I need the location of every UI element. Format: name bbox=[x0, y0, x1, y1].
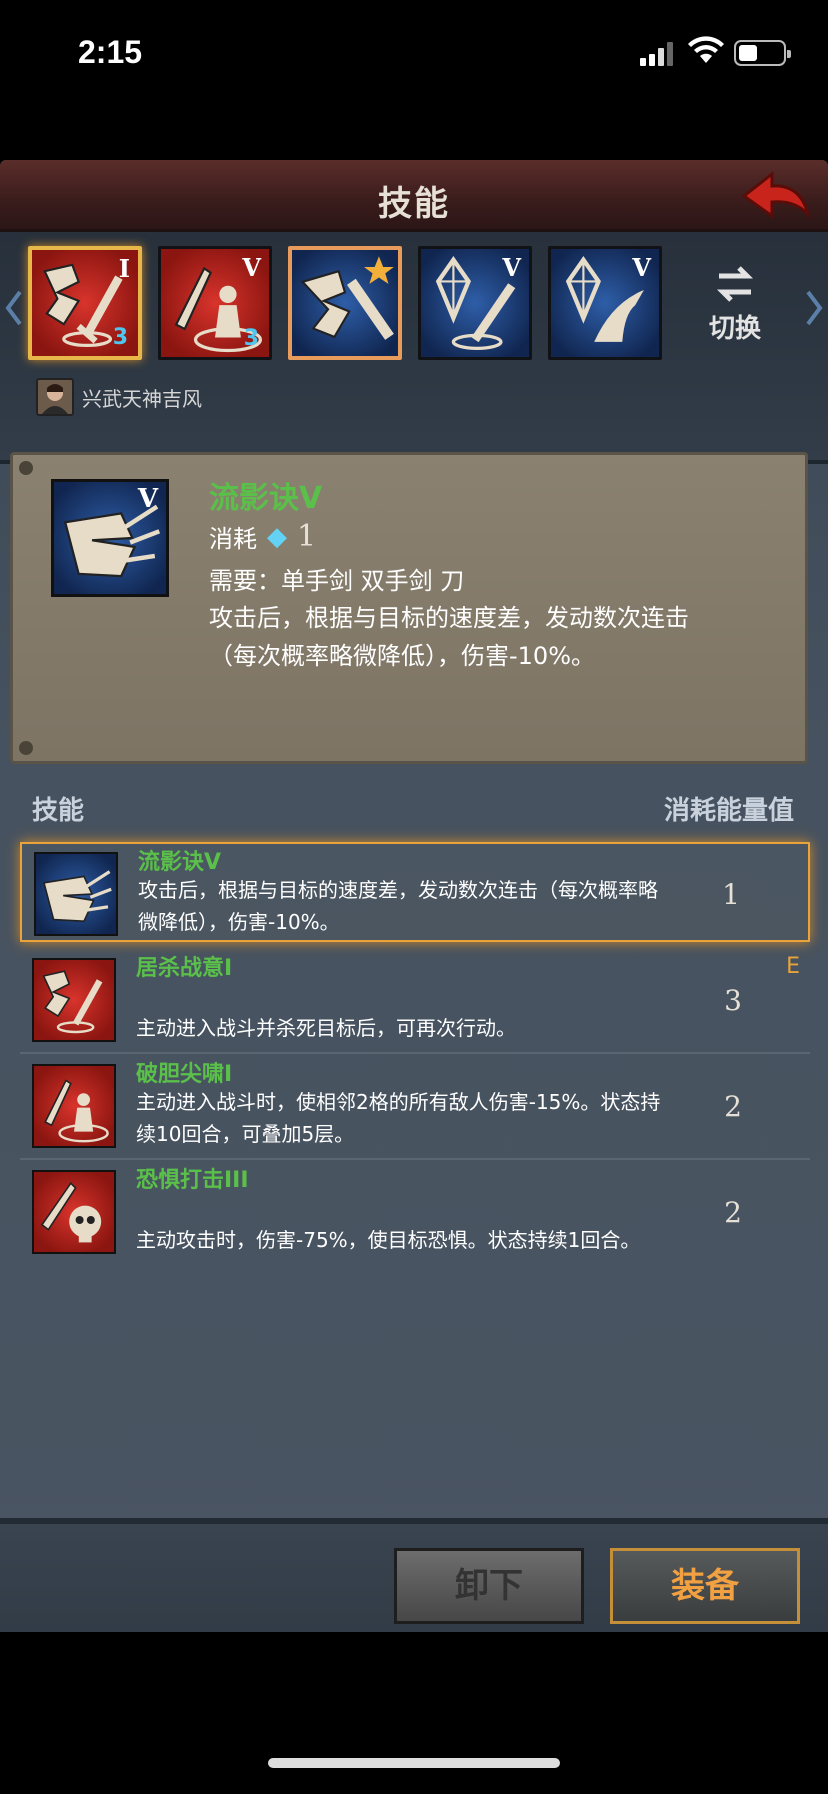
skill-name: 流影诀V bbox=[138, 850, 222, 875]
cellular-signal-icon bbox=[640, 40, 678, 66]
status-bar: 2:15 bbox=[0, 0, 828, 110]
equip-button[interactable]: 装备 bbox=[610, 1548, 800, 1624]
hero-owner: 兴武天神吉风 bbox=[36, 378, 202, 416]
skill-cost: 3 bbox=[724, 984, 742, 1017]
page-title: 技能 bbox=[378, 184, 450, 224]
detail-description: 攻击后，根据与目标的速度差，发动数次连击 （每次概率略微降低），伤害-10%。 bbox=[209, 604, 689, 670]
skill-cost: 1 bbox=[722, 878, 740, 911]
skill-row[interactable]: 居杀战意I 主动进入战斗并杀死目标后，可再次行动。 3 bbox=[20, 950, 810, 1054]
unequip-button[interactable]: 卸下 bbox=[394, 1548, 584, 1624]
skill-description: 主动进入战斗并杀死目标后，可再次行动。 bbox=[136, 1016, 516, 1040]
clock: 2:15 bbox=[78, 34, 143, 70]
skill-cost: 2 bbox=[724, 1090, 742, 1123]
column-skill: 技能 bbox=[32, 796, 85, 826]
back-arrow-icon[interactable] bbox=[738, 166, 814, 226]
action-footer: 卸下 装备 bbox=[0, 1518, 828, 1632]
home-indicator[interactable] bbox=[268, 1758, 560, 1768]
hero-name: 兴武天神吉风 bbox=[82, 386, 202, 411]
column-energy-cost: 消耗能量值 bbox=[663, 796, 794, 826]
skill-slot-3[interactable] bbox=[288, 246, 402, 360]
blade-strike-icon bbox=[300, 256, 394, 340]
skill-slot-5[interactable]: V bbox=[548, 246, 662, 360]
slash-sword-icon bbox=[32, 958, 116, 1042]
rivet bbox=[19, 461, 33, 475]
skill-slot-2[interactable]: V 3 bbox=[158, 246, 272, 360]
skill-description: 主动进入战斗时，使相邻2格的所有敌人伤害-15%。状态持 续10回合，可叠加5层… bbox=[136, 1090, 661, 1146]
skill-name: 恐惧打击III bbox=[136, 1168, 249, 1193]
gem-count-badge: 3 bbox=[243, 326, 259, 351]
chevron-left-icon[interactable] bbox=[4, 290, 24, 326]
skill-cost: 2 bbox=[724, 1196, 742, 1229]
skill-description: 主动攻击时，伤害-75%，使目标恐惧。状态持续1回合。 bbox=[136, 1228, 641, 1252]
title-bar: 技能 bbox=[0, 160, 828, 232]
skill-name: 居杀战意I bbox=[136, 956, 233, 981]
rivet bbox=[19, 741, 33, 755]
selected-skill-icon: V bbox=[51, 479, 169, 597]
skill-name: 破胆尖啸I bbox=[136, 1062, 233, 1087]
skill-description: 攻击后，根据与目标的速度差，发动数次连击（每次概率略 微降低），伤害-10%。 bbox=[138, 878, 658, 934]
chevron-right-icon[interactable] bbox=[804, 290, 824, 326]
detail-cost: 消耗 ◆ 1 bbox=[209, 519, 317, 554]
row-divider bbox=[20, 1052, 810, 1054]
avatar bbox=[36, 378, 74, 416]
flowing-shadow-icon bbox=[34, 852, 118, 936]
detail-skill-name: 流影诀V bbox=[209, 481, 323, 516]
energy-diamond-icon: ◆ bbox=[267, 521, 287, 552]
skill-row[interactable]: 破胆尖啸I 主动进入战斗时，使相邻2格的所有敌人伤害-15%。状态持 续10回合… bbox=[20, 1056, 810, 1160]
skill-row[interactable]: 流影诀V 攻击后，根据与目标的速度差，发动数次连击（每次概率略 微降低），伤害-… bbox=[20, 842, 810, 942]
skill-slot-4[interactable]: V bbox=[418, 246, 532, 360]
gem-count-badge: 3 bbox=[112, 325, 128, 350]
shout-figure-icon bbox=[32, 1064, 116, 1148]
switch-button[interactable]: 切换 bbox=[700, 264, 770, 345]
swap-arrows-icon bbox=[716, 266, 754, 302]
battery-icon bbox=[734, 40, 791, 66]
skill-slot-1[interactable]: I 3 bbox=[28, 246, 142, 360]
row-divider bbox=[20, 1158, 810, 1160]
skull-sword-icon bbox=[32, 1170, 116, 1254]
skill-list-header: 技能 消耗能量值 bbox=[0, 780, 828, 836]
wifi-icon bbox=[688, 36, 724, 63]
detail-requirement: 需要：单手剑 双手剑 刀 bbox=[209, 567, 465, 595]
skill-detail-card: V 流影诀V 消耗 ◆ 1 需要：单手剑 双手剑 刀 攻击后，根据与目标的速度差… bbox=[10, 452, 808, 764]
skill-row[interactable]: 恐惧打击III 主动攻击时，伤害-75%，使目标恐惧。状态持续1回合。 2 bbox=[20, 1162, 810, 1262]
